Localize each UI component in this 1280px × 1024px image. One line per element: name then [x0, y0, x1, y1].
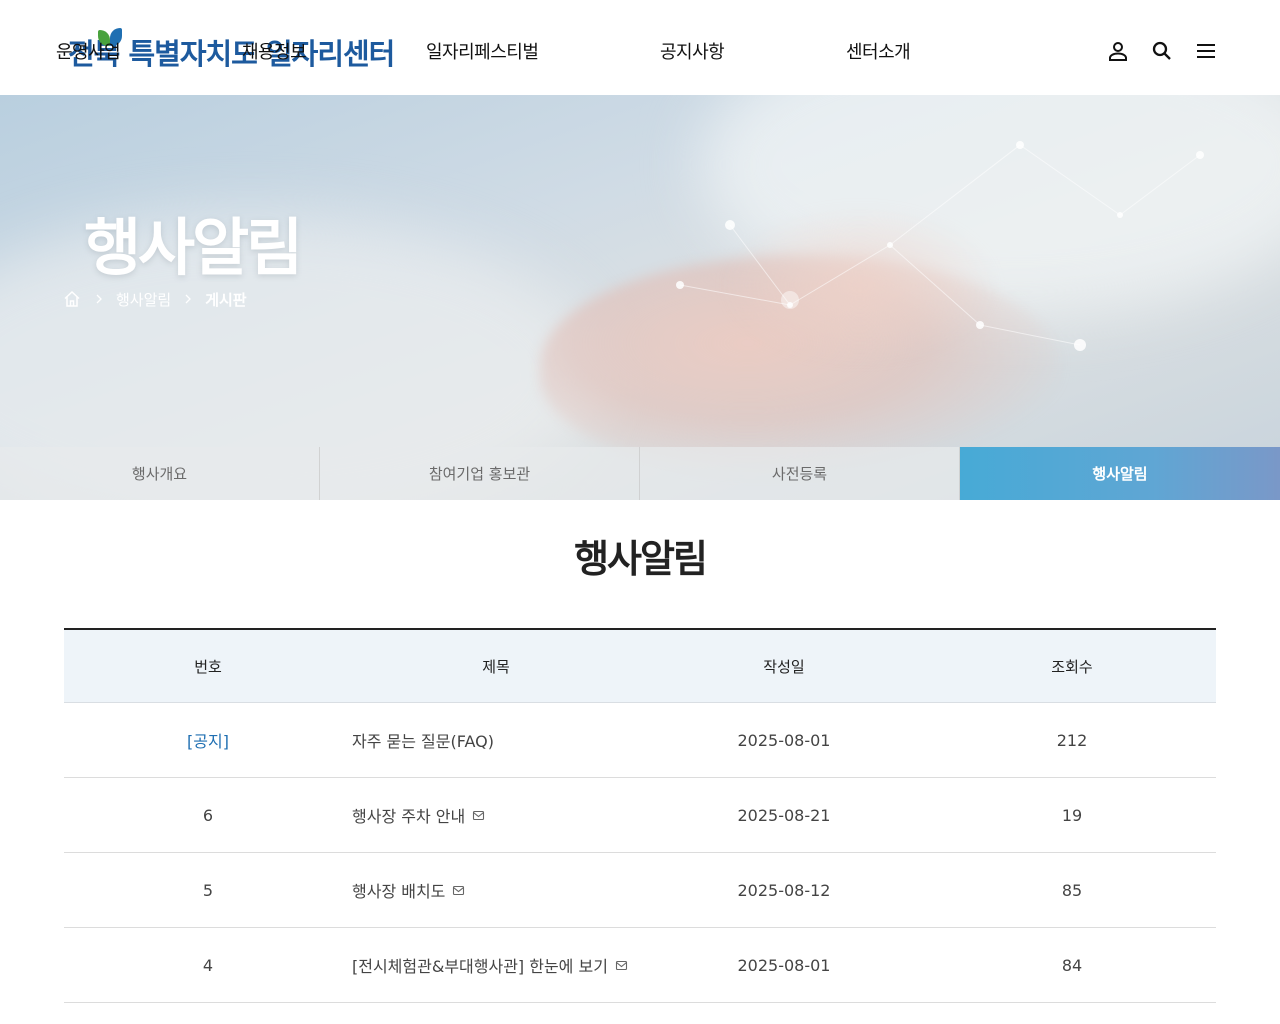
table-row[interactable]: 6 행사장 주차 안내 2025-08-21 19 [64, 778, 1216, 853]
hero-banner: 행사알림 행사알림 게시판 [0, 95, 1280, 500]
sub-tabs: 행사개요 참여기업 홍보관 사전등록 행사알림 [0, 447, 1280, 500]
board-table: 번호 제목 작성일 조회수 [공지] 자주 묻는 질문(FAQ) 2025-08… [64, 628, 1216, 1003]
row-views: 84 [1061, 955, 1083, 975]
search-button[interactable] [1149, 38, 1175, 64]
site-header: 전북 특별자치도 일자리센터 운영사업 채용정보 일자리페스티벌 공지사항 센터… [0, 0, 1280, 95]
attachment-icon [473, 810, 485, 820]
row-views: 212 [1056, 730, 1088, 750]
nav-item-job-festival[interactable]: 일자리페스티벌 [426, 38, 539, 64]
chevron-right-icon [185, 294, 192, 304]
row-date: 2025-08-01 [737, 955, 831, 975]
home-icon[interactable] [62, 289, 82, 309]
attachment-icon [615, 960, 627, 970]
hero-network-graphic [676, 141, 1204, 351]
row-number: 6 [202, 805, 214, 825]
breadcrumb: 행사알림 게시판 [62, 288, 247, 310]
user-icon [1109, 42, 1127, 61]
chevron-right-icon [96, 294, 102, 304]
menu-button[interactable] [1193, 38, 1219, 64]
table-row[interactable]: [공지] 자주 묻는 질문(FAQ) 2025-08-01 212 [64, 703, 1216, 778]
row-title-cell: 행사장 주차 안내 [352, 778, 640, 852]
breadcrumb-item-board[interactable]: 게시판 [205, 289, 246, 310]
post-title-link[interactable]: 행사장 배치도 [352, 878, 445, 902]
nav-item-programs[interactable]: 운영사업 [56, 38, 121, 64]
tab-pre-registration[interactable]: 사전등록 [640, 447, 960, 500]
user-button[interactable] [1105, 38, 1131, 64]
post-title-link[interactable]: 행사장 주차 안내 [352, 803, 465, 827]
search-icon [1152, 41, 1171, 60]
nav-item-notices[interactable]: 공지사항 [660, 38, 725, 64]
attachment-icon [453, 885, 465, 895]
post-title-link[interactable]: 자주 묻는 질문(FAQ) [352, 728, 494, 752]
breadcrumb-item-event-notice[interactable]: 행사알림 [116, 289, 171, 310]
nav-item-center-intro[interactable]: 센터소개 [846, 38, 911, 64]
nav-item-jobs[interactable]: 채용정보 [242, 38, 307, 64]
row-views: 85 [1061, 880, 1083, 900]
page-title: 행사알림 [574, 537, 708, 581]
row-number: 5 [202, 880, 214, 900]
main-nav: 운영사업 채용정보 일자리페스티벌 공지사항 센터소개 [0, 38, 1280, 68]
column-header-views: 조회수 [1051, 657, 1093, 676]
post-title-link[interactable]: [전시체험관&부대행사관] 한눈에 보기 [352, 953, 608, 977]
table-header: 번호 제목 작성일 조회수 [64, 630, 1216, 703]
row-views: 19 [1061, 805, 1083, 825]
row-title-cell: 행사장 배치도 [352, 853, 640, 927]
column-header-date: 작성일 [763, 657, 805, 676]
tab-event-notice[interactable]: 행사알림 [960, 447, 1280, 500]
menu-icon [1197, 44, 1215, 58]
row-date: 2025-08-21 [737, 805, 831, 825]
row-title-cell: [전시체험관&부대행사관] 한눈에 보기 [352, 928, 640, 1002]
tab-company-showcase[interactable]: 참여기업 홍보관 [320, 447, 640, 500]
row-date: 2025-08-01 [737, 730, 831, 750]
column-header-number: 번호 [194, 657, 222, 676]
row-date: 2025-08-12 [737, 880, 831, 900]
table-row[interactable]: 5 행사장 배치도 2025-08-12 85 [64, 853, 1216, 928]
table-row[interactable]: 4 [전시체험관&부대행사관] 한눈에 보기 2025-08-01 84 [64, 928, 1216, 1003]
notice-badge: [공지] [187, 732, 229, 751]
column-header-title: 제목 [482, 657, 510, 676]
row-title-cell: 자주 묻는 질문(FAQ) [352, 703, 640, 777]
row-number: 4 [202, 955, 214, 975]
tab-event-overview[interactable]: 행사개요 [0, 447, 320, 500]
hero-title: 행사알림 [84, 211, 303, 284]
